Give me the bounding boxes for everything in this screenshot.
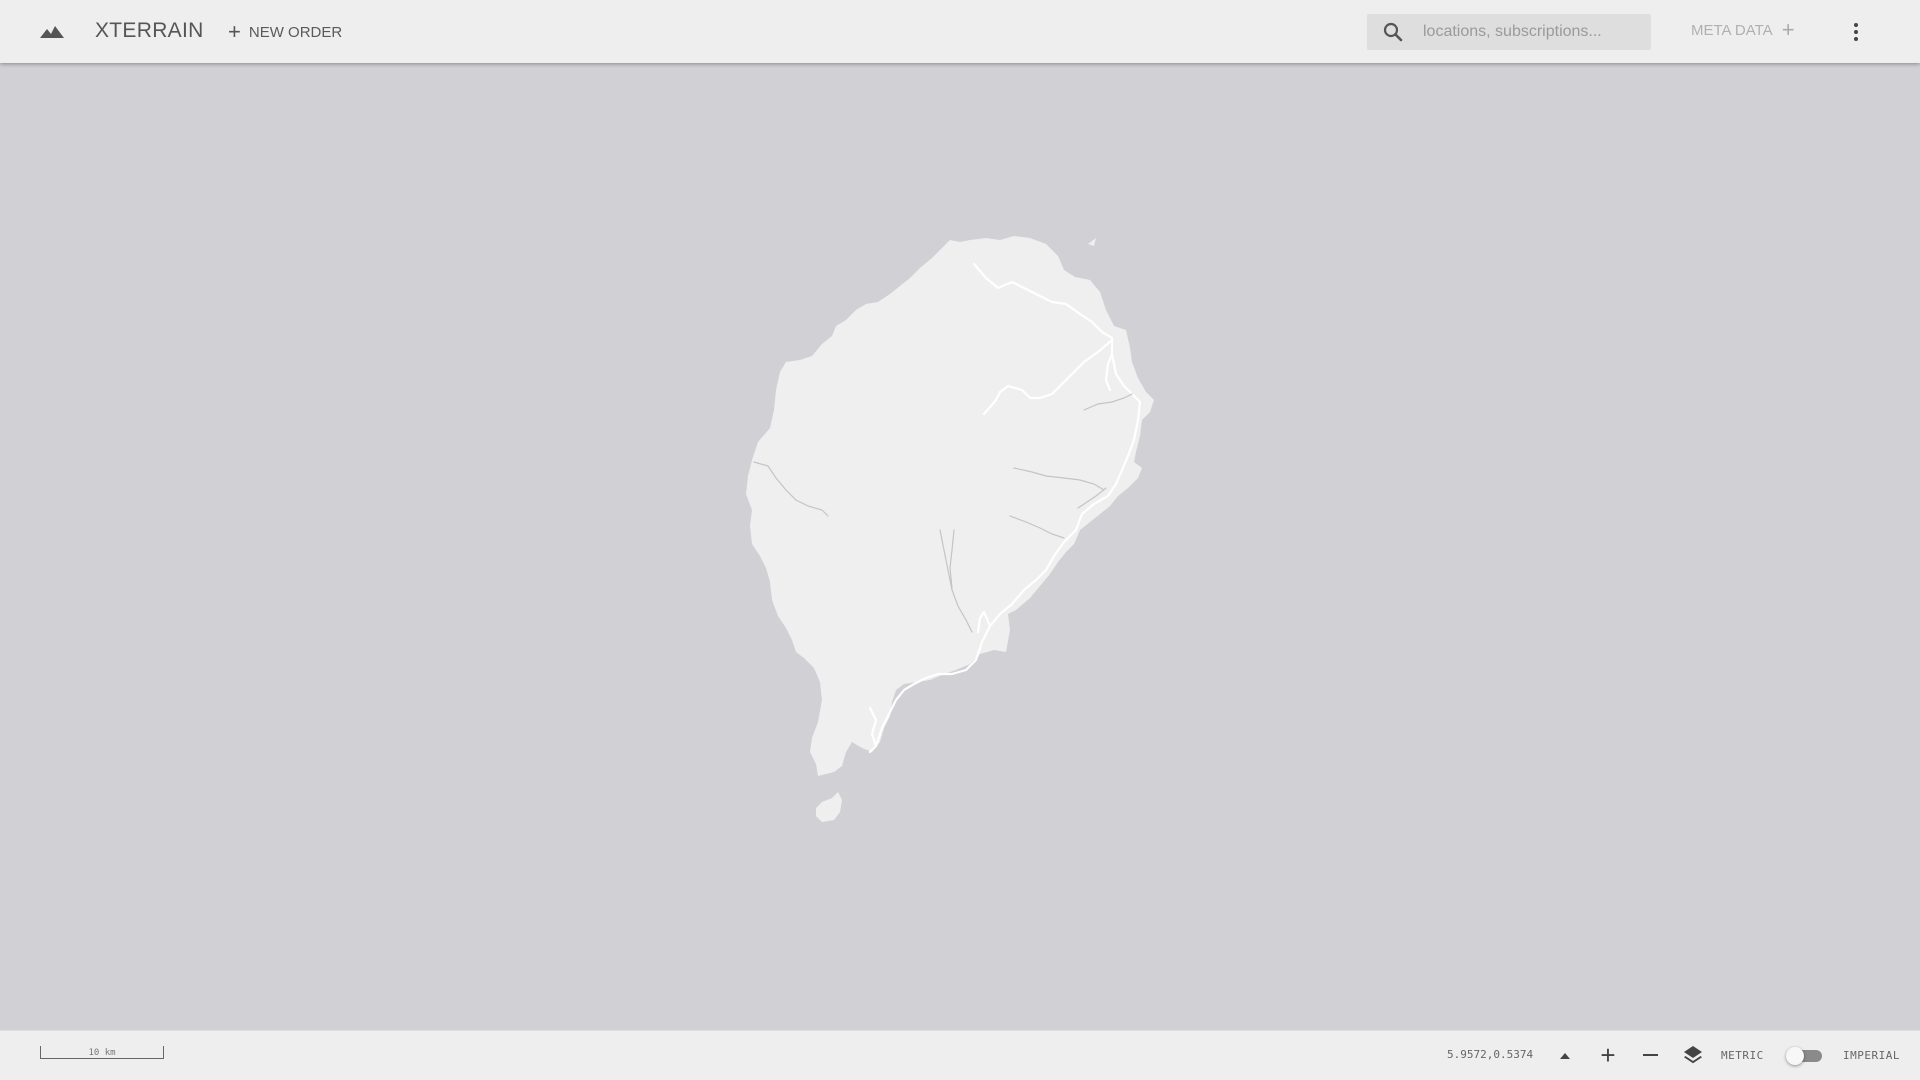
islet xyxy=(1088,238,1096,246)
units-toggle[interactable] xyxy=(1786,1047,1822,1065)
top-app-bar: XTERRAIN + NEW ORDER META DATA + xyxy=(0,0,1920,63)
new-order-button[interactable]: + NEW ORDER xyxy=(228,20,342,44)
coordinates-readout: 5.9572,0.5374 xyxy=(1447,1048,1534,1061)
unit-imperial-label: IMPERIAL xyxy=(1843,1049,1900,1062)
meta-data-button[interactable]: META DATA + xyxy=(1691,17,1795,42)
plus-icon: + xyxy=(228,19,241,44)
new-order-label: NEW ORDER xyxy=(248,23,343,41)
mountain-icon[interactable] xyxy=(34,14,70,50)
scale-bar: 10 km xyxy=(40,1046,164,1059)
plus-icon: + xyxy=(1781,17,1795,42)
layers-icon[interactable] xyxy=(1682,1044,1704,1066)
search-icon xyxy=(1383,22,1403,47)
app-title: XTERRAIN xyxy=(95,19,204,42)
islet xyxy=(816,792,842,822)
meta-data-label: META DATA xyxy=(1691,21,1773,39)
unit-metric-label: METRIC xyxy=(1721,1049,1764,1062)
search-box xyxy=(1367,14,1651,50)
more-menu-icon[interactable] xyxy=(1846,18,1866,46)
zoom-in-button[interactable]: + xyxy=(1598,1042,1618,1068)
search-input[interactable] xyxy=(1423,14,1643,50)
scale-label: 10 km xyxy=(88,1048,116,1058)
map-svg xyxy=(746,236,1154,822)
caret-up-icon[interactable] xyxy=(1558,1049,1572,1063)
status-bar: 10 km 5.9572,0.5374 + METRIC IMPERIAL xyxy=(0,1030,1920,1080)
toggle-knob xyxy=(1786,1047,1804,1065)
map-canvas[interactable] xyxy=(0,63,1920,1030)
zoom-out-button[interactable] xyxy=(1640,1045,1662,1065)
